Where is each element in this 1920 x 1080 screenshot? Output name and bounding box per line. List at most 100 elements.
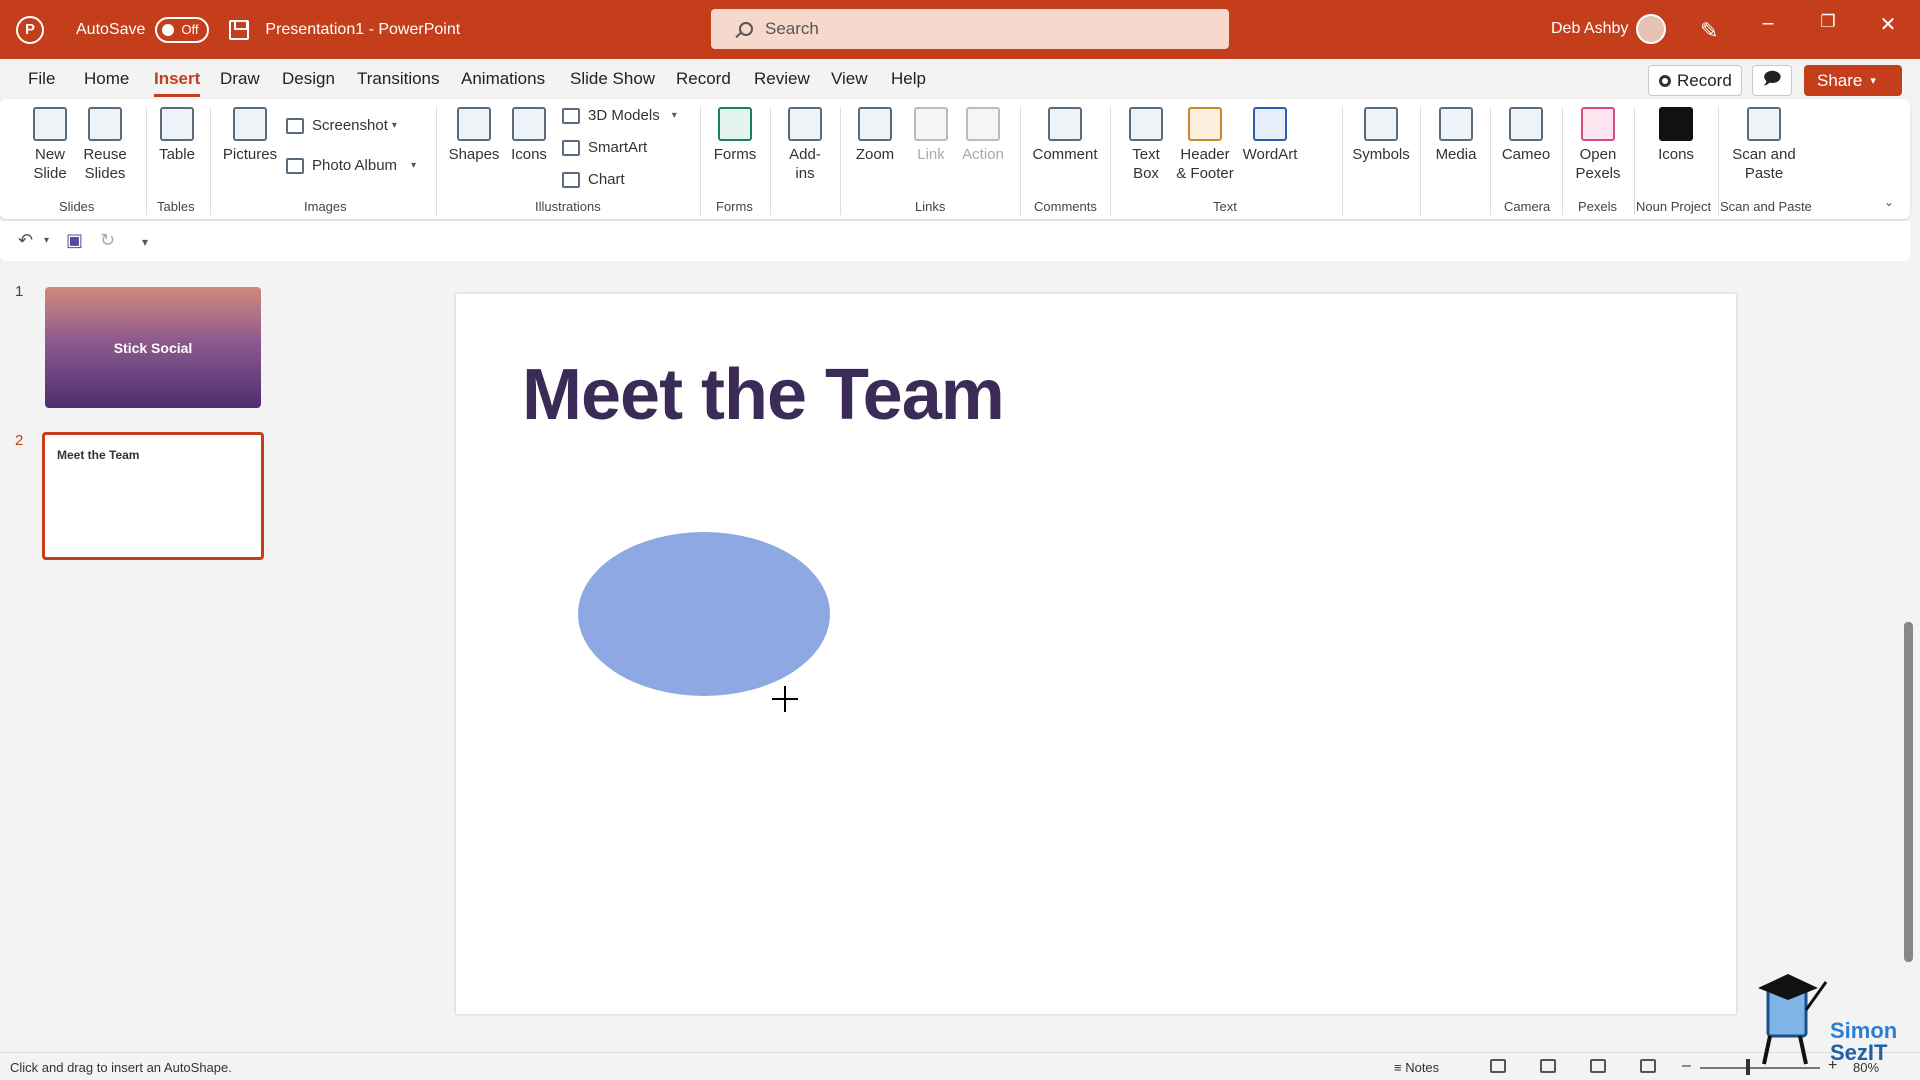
scan-paste-button[interactable]: Scan and Paste: [1724, 107, 1804, 183]
photo-album-button[interactable]: Photo Album ▾: [286, 157, 416, 174]
simon-sezit-logo: Simon SezIT: [1740, 960, 1915, 1075]
table-icon: [160, 107, 194, 141]
wordart-button[interactable]: WordArt: [1238, 107, 1302, 164]
tab-record[interactable]: Record: [676, 69, 731, 89]
status-bar: Click and drag to insert an AutoShape. ≡…: [0, 1052, 1920, 1080]
symbols-button[interactable]: Symbols: [1348, 107, 1414, 164]
open-pexels-button[interactable]: Open Pexels: [1568, 107, 1628, 183]
separator: [436, 107, 437, 215]
noun-icons-button[interactable]: Icons: [1640, 107, 1712, 164]
media-button[interactable]: Media: [1428, 107, 1484, 164]
comment-button[interactable]: Comment: [1030, 107, 1100, 164]
save-icon[interactable]: [229, 19, 250, 40]
omega-icon: [1364, 107, 1398, 141]
smartart-icon: [562, 139, 580, 156]
close-icon[interactable]: ✕: [1868, 12, 1908, 37]
powerpoint-logo-icon: P: [16, 15, 44, 44]
group-label-scan-paste: Scan and Paste: [1720, 199, 1812, 214]
zoom-button[interactable]: Zoom: [850, 107, 900, 164]
group-label-pexels: Pexels: [1578, 199, 1618, 214]
restore-icon[interactable]: ❐: [1808, 12, 1848, 32]
new-slide-button[interactable]: New Slide: [20, 107, 80, 183]
status-message: Click and drag to insert an AutoShape.: [10, 1060, 232, 1075]
separator: [1634, 107, 1635, 215]
tab-design[interactable]: Design: [282, 69, 335, 89]
record-button[interactable]: Record: [1648, 65, 1742, 96]
avatar[interactable]: [1636, 14, 1666, 44]
comment-icon: 🗩: [1762, 69, 1782, 88]
group-label-forms: Forms: [716, 199, 753, 214]
separator: [840, 107, 841, 215]
notes-button[interactable]: ≡ Notes: [1394, 1060, 1439, 1075]
customize-toolbar-icon[interactable]: ▾: [142, 235, 148, 249]
normal-view-icon[interactable]: [1490, 1059, 1506, 1073]
tab-transitions[interactable]: Transitions: [357, 69, 440, 89]
pen-icon[interactable]: ✎: [1700, 18, 1718, 44]
group-label-noun-project: Noun Project: [1636, 199, 1712, 214]
save-icon[interactable]: ▣: [66, 230, 83, 251]
header-footer-button[interactable]: Header & Footer: [1174, 107, 1236, 183]
slide-title[interactable]: Meet the Team: [522, 354, 1005, 436]
redo-icon[interactable]: ↻: [100, 230, 115, 251]
zoom-out-icon[interactable]: –: [1682, 1057, 1691, 1075]
forms-button[interactable]: Forms: [710, 107, 760, 164]
3d-models-button[interactable]: 3D Models ▾: [562, 107, 677, 124]
reading-view-icon[interactable]: [1590, 1059, 1606, 1073]
text-box-button[interactable]: Text Box: [1118, 107, 1174, 183]
separator: [1342, 107, 1343, 215]
share-button[interactable]: Share ▾: [1804, 65, 1902, 96]
tab-draw[interactable]: Draw: [220, 69, 260, 89]
shapes-button[interactable]: Shapes: [446, 107, 502, 164]
slideshow-view-icon[interactable]: [1640, 1059, 1656, 1073]
group-label-text: Text: [1213, 199, 1237, 214]
header-footer-icon: [1188, 107, 1222, 141]
quick-access-toolbar: ↶ ▾ ▣ ↻ ▾: [0, 221, 1910, 261]
slide-sorter-icon[interactable]: [1540, 1059, 1556, 1073]
cameo-button[interactable]: Cameo: [1496, 107, 1556, 164]
slide-thumbnail-2[interactable]: Meet the Team: [42, 432, 264, 560]
tab-slide-show[interactable]: Slide Show: [570, 69, 655, 89]
document-title: Presentation1 - PowerPoint: [265, 20, 461, 38]
vertical-scrollbar[interactable]: [1902, 267, 1916, 1047]
photo-album-icon: [286, 157, 304, 174]
reuse-slides-button[interactable]: Reuse Slides: [80, 107, 130, 183]
group-label-comments: Comments: [1034, 199, 1097, 214]
pictures-button[interactable]: Pictures: [222, 107, 278, 164]
collapse-ribbon-icon[interactable]: ⌄: [1884, 195, 1894, 209]
screenshot-button[interactable]: Screenshot ▾: [286, 117, 397, 134]
thumbnail-title: Meet the Team: [57, 448, 140, 462]
group-label-camera: Camera: [1504, 199, 1551, 214]
speaker-icon: [1439, 107, 1473, 141]
comments-button[interactable]: 🗩: [1752, 65, 1792, 96]
undo-icon[interactable]: ↶: [18, 230, 33, 251]
add-ins-button[interactable]: Add-ins: [780, 107, 830, 183]
tab-animations[interactable]: Animations: [461, 69, 545, 89]
record-icon: [1659, 74, 1671, 87]
tab-file[interactable]: File: [28, 69, 55, 89]
minimize-icon[interactable]: –: [1748, 12, 1788, 35]
add-ins-icon: [788, 107, 822, 141]
star-icon: [966, 107, 1000, 141]
tab-review[interactable]: Review: [754, 69, 810, 89]
chart-button[interactable]: Chart: [562, 171, 625, 188]
separator: [1110, 107, 1111, 215]
tab-home[interactable]: Home: [84, 69, 129, 89]
autosave-toggle[interactable]: Off: [155, 16, 210, 43]
icons-button[interactable]: Icons: [506, 107, 552, 164]
smartart-button[interactable]: SmartArt: [562, 139, 647, 156]
search-box[interactable]: Search: [711, 9, 1229, 49]
link-icon: [914, 107, 948, 141]
slide-thumbnail-1[interactable]: Stick Social: [45, 287, 261, 408]
chevron-down-icon[interactable]: ▾: [44, 235, 49, 246]
scrollbar-thumb[interactable]: [1904, 622, 1913, 962]
tab-help[interactable]: Help: [891, 69, 926, 89]
tab-insert[interactable]: Insert: [154, 69, 201, 97]
slide-canvas[interactable]: Meet the Team: [456, 294, 1736, 1014]
user-name[interactable]: Deb Ashby: [1551, 20, 1628, 38]
thumbnail-number: 1: [15, 283, 24, 300]
search-placeholder: Search: [765, 19, 819, 38]
table-button[interactable]: Table: [152, 107, 202, 164]
mascot-icon: [1758, 974, 1828, 1065]
tab-view[interactable]: View: [831, 69, 868, 89]
oval-shape[interactable]: [578, 532, 830, 696]
